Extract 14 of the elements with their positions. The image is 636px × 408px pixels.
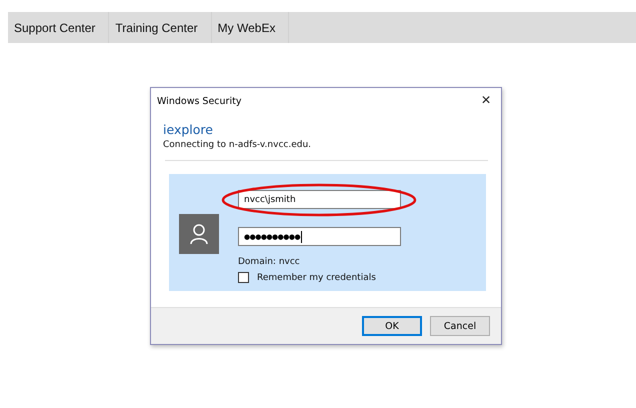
remember-checkbox[interactable] — [238, 272, 249, 283]
ok-button[interactable]: OK — [362, 316, 422, 336]
remember-label: Remember my credentials — [257, 272, 376, 282]
nav-tab[interactable]: Training Center — [109, 12, 212, 43]
app-name: iexplore — [163, 122, 214, 137]
close-button[interactable]: × — [471, 89, 501, 113]
nav-tab[interactable]: My WebEx — [212, 12, 290, 43]
window-title: Windows Security — [157, 96, 242, 106]
cancel-button[interactable]: Cancel — [430, 316, 490, 336]
nav-tab[interactable]: Support Center — [8, 12, 110, 43]
user-icon — [189, 223, 209, 245]
connection-message: Connecting to n-adfs-v.nvcc.edu. — [163, 140, 312, 150]
username-field[interactable]: nvcc\jsmith — [238, 190, 401, 209]
domain-label: Domain: nvcc — [238, 257, 301, 267]
